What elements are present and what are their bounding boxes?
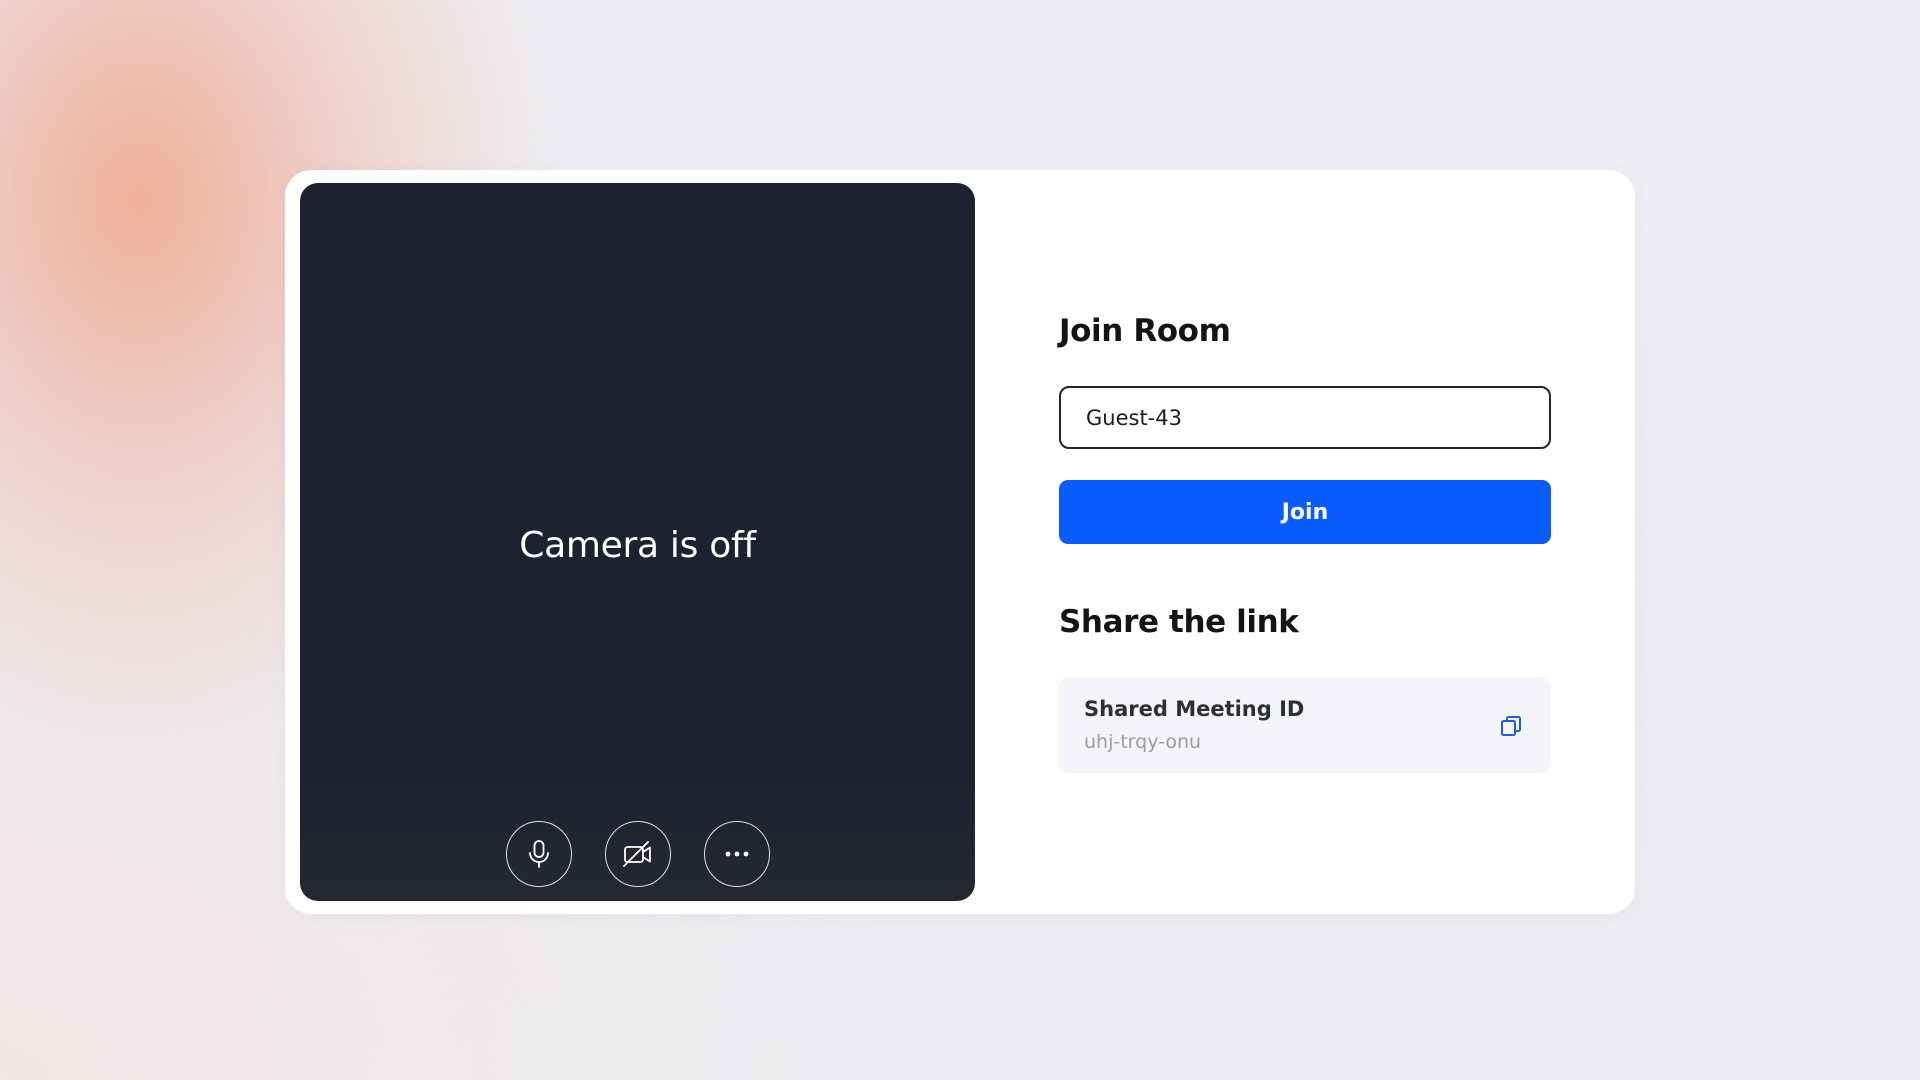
camera-preview: Camera is off — [300, 183, 975, 901]
join-button[interactable]: Join — [1059, 480, 1551, 544]
more-options-button[interactable] — [703, 821, 770, 887]
copy-button[interactable] — [1497, 712, 1525, 740]
join-card: Camera is off Join Room Guest-43 Join Sh… — [285, 170, 1635, 914]
meeting-id-value: uhj-trqy-onu — [1084, 731, 1202, 753]
more-icon — [725, 851, 748, 857]
media-controls — [300, 821, 975, 887]
shared-meeting-box: Shared Meeting ID uhj-trqy-onu — [1059, 677, 1551, 773]
microphone-icon — [528, 840, 549, 868]
microphone-button[interactable] — [505, 821, 572, 887]
join-room-title: Join Room — [1059, 313, 1231, 349]
camera-off-icon — [622, 841, 651, 867]
camera-toggle-button[interactable] — [604, 821, 671, 887]
share-link-title: Share the link — [1059, 604, 1299, 640]
camera-status-text: Camera is off — [519, 525, 756, 566]
copy-icon — [1501, 716, 1521, 736]
display-name-input[interactable] — [1059, 386, 1551, 449]
shared-meeting-label: Shared Meeting ID — [1084, 697, 1305, 721]
